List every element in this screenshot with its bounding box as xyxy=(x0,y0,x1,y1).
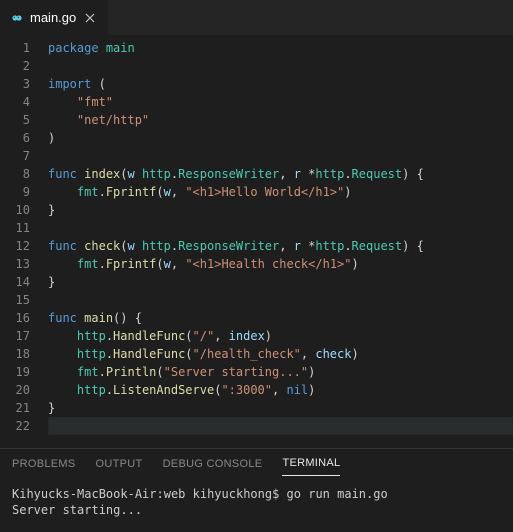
tab-terminal[interactable]: TERMINAL xyxy=(282,451,340,476)
line-number: 7 xyxy=(0,147,30,165)
line-number: 11 xyxy=(0,219,30,237)
go-file-icon xyxy=(10,11,24,25)
tab-bar: main.go xyxy=(0,0,513,35)
line-number: 3 xyxy=(0,75,30,93)
code-line[interactable] xyxy=(48,417,513,435)
code-line[interactable]: "fmt" xyxy=(48,93,513,111)
code-line[interactable]: http.HandleFunc("/", index) xyxy=(48,327,513,345)
terminal-prompt: Kihyucks-MacBook-Air:web kihyuckhong$ xyxy=(12,487,287,501)
terminal-line: Kihyucks-MacBook-Air:web kihyuckhong$ go… xyxy=(12,486,501,502)
line-number: 9 xyxy=(0,183,30,201)
panel-tab-bar: PROBLEMS OUTPUT DEBUG CONSOLE TERMINAL xyxy=(0,448,513,478)
line-number: 1 xyxy=(0,39,30,57)
line-number: 20 xyxy=(0,381,30,399)
code-line[interactable] xyxy=(48,147,513,165)
code-line[interactable]: fmt.Println("Server starting...") xyxy=(48,363,513,381)
code-line[interactable] xyxy=(48,57,513,75)
line-number: 16 xyxy=(0,309,30,327)
line-number: 14 xyxy=(0,273,30,291)
line-number: 4 xyxy=(0,93,30,111)
code-line[interactable]: } xyxy=(48,201,513,219)
tab-problems[interactable]: PROBLEMS xyxy=(12,452,76,476)
code-line[interactable]: "net/http" xyxy=(48,111,513,129)
line-number: 15 xyxy=(0,291,30,309)
code-line[interactable]: fmt.Fprintf(w, "<h1>Hello World</h1>") xyxy=(48,183,513,201)
code-line[interactable] xyxy=(48,291,513,309)
line-number: 5 xyxy=(0,111,30,129)
code-line[interactable]: func check(w http.ResponseWriter, r *htt… xyxy=(48,237,513,255)
editor-area[interactable]: 12345678910111213141516171819202122 pack… xyxy=(0,35,513,448)
tab-output[interactable]: OUTPUT xyxy=(96,452,143,476)
code-line[interactable] xyxy=(48,219,513,237)
line-number: 18 xyxy=(0,345,30,363)
code-line[interactable]: func main() { xyxy=(48,309,513,327)
code-line[interactable]: package main xyxy=(48,39,513,57)
line-number: 10 xyxy=(0,201,30,219)
code-content[interactable]: package main import ( "fmt" "net/http") fu… xyxy=(48,39,513,448)
terminal-command: go run main.go xyxy=(287,487,388,501)
line-number: 21 xyxy=(0,399,30,417)
line-number: 2 xyxy=(0,57,30,75)
code-line[interactable]: fmt.Fprintf(w, "<h1>Health check</h1>") xyxy=(48,255,513,273)
terminal-panel[interactable]: Kihyucks-MacBook-Air:web kihyuckhong$ go… xyxy=(0,478,513,532)
line-number: 19 xyxy=(0,363,30,381)
editor-tab-main[interactable]: main.go xyxy=(0,0,108,35)
code-line[interactable]: import ( xyxy=(48,75,513,93)
line-number: 8 xyxy=(0,165,30,183)
line-number: 17 xyxy=(0,327,30,345)
code-line[interactable]: ) xyxy=(48,129,513,147)
line-number: 22 xyxy=(0,417,30,435)
line-number: 12 xyxy=(0,237,30,255)
code-line[interactable]: } xyxy=(48,399,513,417)
tab-filename: main.go xyxy=(30,10,76,25)
code-line[interactable]: func index(w http.ResponseWriter, r *htt… xyxy=(48,165,513,183)
line-number: 13 xyxy=(0,255,30,273)
line-number-gutter: 12345678910111213141516171819202122 xyxy=(0,39,48,448)
tab-debug-console[interactable]: DEBUG CONSOLE xyxy=(163,452,263,476)
terminal-output: Server starting... xyxy=(12,502,501,518)
close-icon[interactable] xyxy=(82,10,98,26)
code-line[interactable]: http.ListenAndServe(":3000", nil) xyxy=(48,381,513,399)
line-number: 6 xyxy=(0,129,30,147)
code-line[interactable]: http.HandleFunc("/health_check", check) xyxy=(48,345,513,363)
code-line[interactable]: } xyxy=(48,273,513,291)
